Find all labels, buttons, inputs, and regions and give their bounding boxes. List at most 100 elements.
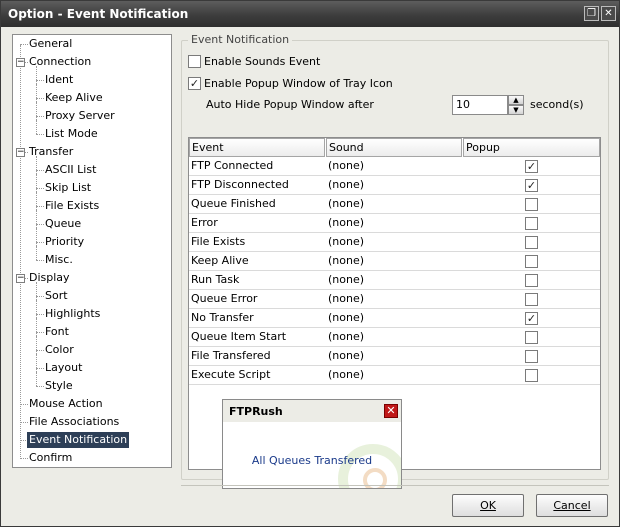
popup-checkbox[interactable] [525,369,538,382]
tree-connector [36,246,37,260]
event-cell: Execute Script [191,368,271,381]
table-row[interactable]: No Transfer (none) ✓ [189,309,600,328]
tree-item[interactable]: General [27,36,74,52]
tree-item[interactable]: Confirm [27,450,74,466]
tree-item[interactable]: File Exists [43,198,101,214]
popup-checkbox[interactable]: ✓ [525,312,538,325]
column-header-event[interactable]: Event [189,138,325,157]
tree-connector [36,66,37,84]
table-row[interactable]: Execute Script (none) [189,366,600,385]
table-row[interactable]: FTP Disconnected (none) ✓ [189,176,600,195]
popup-close-icon[interactable]: ✕ [384,404,398,418]
window-title: Option - Event Notification [8,7,189,21]
spin-up-icon[interactable]: ▲ [508,95,524,105]
popup-checkbox[interactable] [525,255,538,268]
sound-cell[interactable]: (none) [328,271,364,289]
sound-cell[interactable]: (none) [328,252,364,270]
popup-checkbox[interactable] [525,274,538,287]
tree-item[interactable]: Highlights [43,306,102,322]
tree-item[interactable]: Color [43,342,76,358]
options-tree[interactable]: General − Connection Ident Keep Alive Proxy S… [12,34,172,468]
enable-sounds-checkbox[interactable] [188,55,201,68]
sound-cell[interactable]: (none) [328,290,364,308]
tree-connector [36,84,37,102]
enable-popup-checkbox[interactable]: ✓ [188,77,201,90]
tree-item[interactable]: Event Notification [27,432,130,448]
tree-item[interactable]: File Associations [27,414,121,430]
tree-item[interactable]: Misc. [43,252,75,268]
tree-item[interactable]: Skip List [43,180,93,196]
tree-item[interactable]: Sort [43,288,70,304]
table-row[interactable]: Run Task (none) [189,271,600,290]
table-row[interactable]: Queue Item Start (none) [189,328,600,347]
options-dialog: Option - Event Notification ❐ ✕ General −… [0,0,620,527]
close-icon[interactable]: ✕ [601,6,616,21]
popup-checkbox[interactable] [525,198,538,211]
tree-item[interactable]: Font [43,324,71,340]
tray-popup-window[interactable]: FTPRush ✕ All Queues Transfered [222,399,402,489]
table-row[interactable]: Error (none) [189,214,600,233]
title-bar[interactable]: Option - Event Notification ❐ ✕ [1,1,619,27]
tree-item[interactable]: Style [43,378,75,394]
tree-item[interactable]: Transfer [27,144,75,160]
column-header-popup[interactable]: Popup [463,138,600,157]
tree-item[interactable]: Display [27,270,72,286]
cancel-label: Cancel [553,499,591,512]
tree-connector [20,45,21,459]
popup-checkbox[interactable]: ✓ [525,160,538,173]
popup-checkbox[interactable] [525,236,538,249]
tree-connector [36,210,37,228]
table-row[interactable]: Keep Alive (none) [189,252,600,271]
tree-item[interactable]: Proxy Server [43,108,117,124]
sound-cell[interactable]: (none) [328,366,364,384]
event-cell: Queue Error [191,292,258,305]
sound-cell[interactable]: (none) [328,157,364,175]
table-row[interactable]: File Transfered (none) [189,347,600,366]
tree-connector [36,318,37,336]
tree-item[interactable]: Keep Alive [43,90,105,106]
tree-item[interactable]: Mouse Action [27,396,105,412]
enable-sounds-label: Enable Sounds Event [204,55,321,68]
spin-down-icon[interactable]: ▼ [508,105,524,115]
restore-icon[interactable]: ❐ [584,6,599,21]
sound-cell[interactable]: (none) [328,347,364,365]
sound-cell[interactable]: (none) [328,176,364,194]
table-row[interactable]: FTP Connected (none) ✓ [189,157,600,176]
table-row[interactable]: Queue Error (none) [189,290,600,309]
collapse-icon[interactable]: − [16,274,25,283]
sound-cell[interactable]: (none) [328,309,364,327]
sound-cell[interactable]: (none) [328,233,364,251]
ok-button[interactable]: OK [452,494,524,517]
tree-connector [36,372,37,386]
popup-checkbox[interactable]: ✓ [525,179,538,192]
event-cell: FTP Connected [191,159,274,172]
tree-item[interactable]: Ident [43,72,75,88]
event-cell: Run Task [191,273,240,286]
table-row[interactable]: Queue Finished (none) [189,195,600,214]
collapse-icon[interactable]: − [16,148,25,157]
tree-connector [36,120,37,134]
tree-connector [36,192,37,210]
tree-item[interactable]: Layout [43,360,84,376]
popup-title: FTPRush [229,405,283,418]
sound-cell[interactable]: (none) [328,214,364,232]
event-cell: No Transfer [191,311,254,324]
popup-checkbox[interactable] [525,293,538,306]
tree-item[interactable]: ASCII List [43,162,98,178]
popup-checkbox[interactable] [525,350,538,363]
collapse-icon[interactable]: − [16,58,25,67]
tree-item[interactable]: Priority [43,234,86,250]
group-legend: Event Notification [188,33,293,46]
event-cell: Queue Item Start [191,330,287,343]
cancel-button[interactable]: Cancel [536,494,608,517]
tree-item[interactable]: List Mode [43,126,100,142]
popup-header: FTPRush ✕ [223,400,401,422]
table-row[interactable]: File Exists (none) [189,233,600,252]
popup-checkbox[interactable] [525,217,538,230]
sound-cell[interactable]: (none) [328,195,364,213]
popup-checkbox[interactable] [525,331,538,344]
autohide-seconds-input[interactable]: 10 [452,95,508,115]
column-header-sound[interactable]: Sound [326,138,462,157]
tree-item[interactable]: Queue [43,216,83,232]
sound-cell[interactable]: (none) [328,328,364,346]
